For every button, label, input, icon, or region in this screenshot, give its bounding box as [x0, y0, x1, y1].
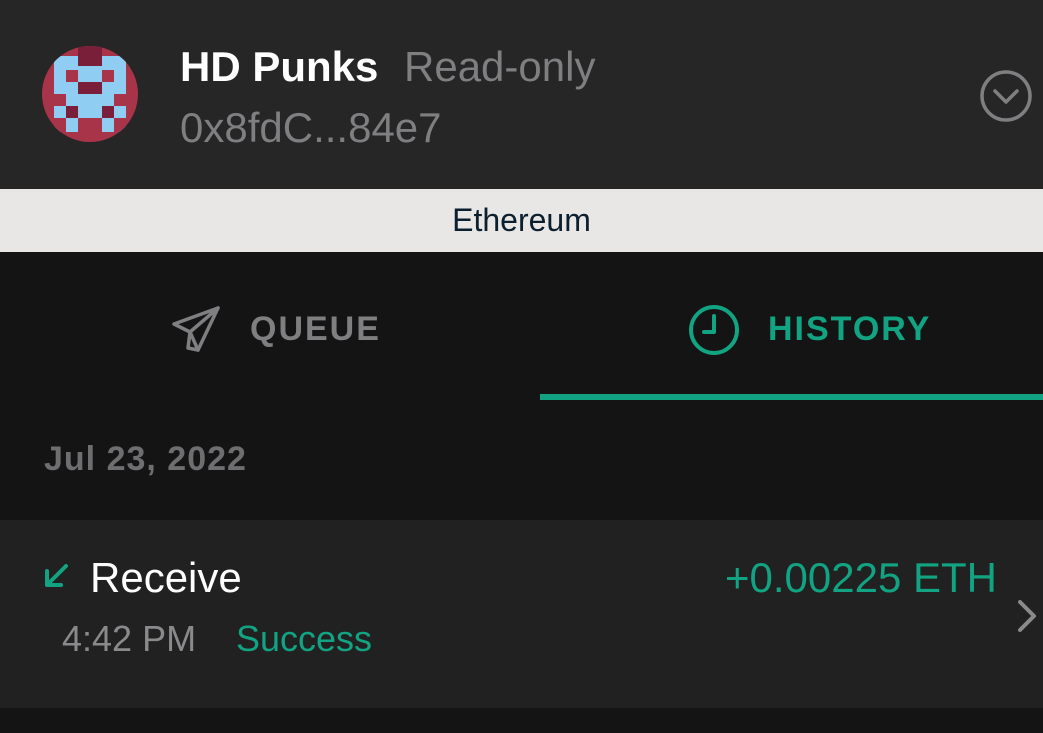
tab-history[interactable]: HISTORY: [540, 252, 1043, 400]
chevron-down-circle-icon: [980, 70, 1032, 122]
punk-avatar-icon: [42, 46, 138, 142]
app-window: HD Punks Read-only 0x8fdC...84e7 Ethereu…: [0, 0, 1043, 733]
chevron-right-icon: [1018, 600, 1036, 632]
clock-icon: [689, 305, 739, 355]
account-header[interactable]: HD Punks Read-only 0x8fdC...84e7: [0, 0, 1043, 189]
list-bottom-spacer: [0, 708, 1043, 733]
tab-history-label: HISTORY: [768, 310, 932, 348]
transaction-time: 4:42 PM: [62, 618, 197, 659]
transaction-type: Receive: [90, 554, 242, 601]
network-banner: Ethereum: [0, 189, 1043, 252]
account-address[interactable]: 0x8fdC...84e7: [180, 100, 442, 156]
network-name: Ethereum: [452, 202, 591, 238]
transaction-row[interactable]: Receive +0.00225 ETH 4:42 PM Success: [0, 520, 1043, 708]
history-date-header: Jul 23, 2022: [44, 440, 247, 478]
arrow-down-left-icon: [45, 564, 68, 587]
rocket-icon: [172, 306, 220, 352]
tab-queue-label: QUEUE: [250, 310, 381, 348]
account-name: HD Punks: [180, 43, 379, 90]
active-tab-indicator: [540, 394, 1043, 400]
read-only-badge: Read-only: [404, 43, 596, 90]
transaction-tabs: QUEUE HISTORY: [0, 252, 1043, 400]
tab-queue[interactable]: QUEUE: [0, 252, 540, 400]
transaction-status: Success: [236, 618, 373, 659]
avatar: [42, 46, 138, 142]
account-dropdown-button[interactable]: [978, 68, 1034, 124]
transaction-amount: +0.00225 ETH: [724, 554, 997, 601]
